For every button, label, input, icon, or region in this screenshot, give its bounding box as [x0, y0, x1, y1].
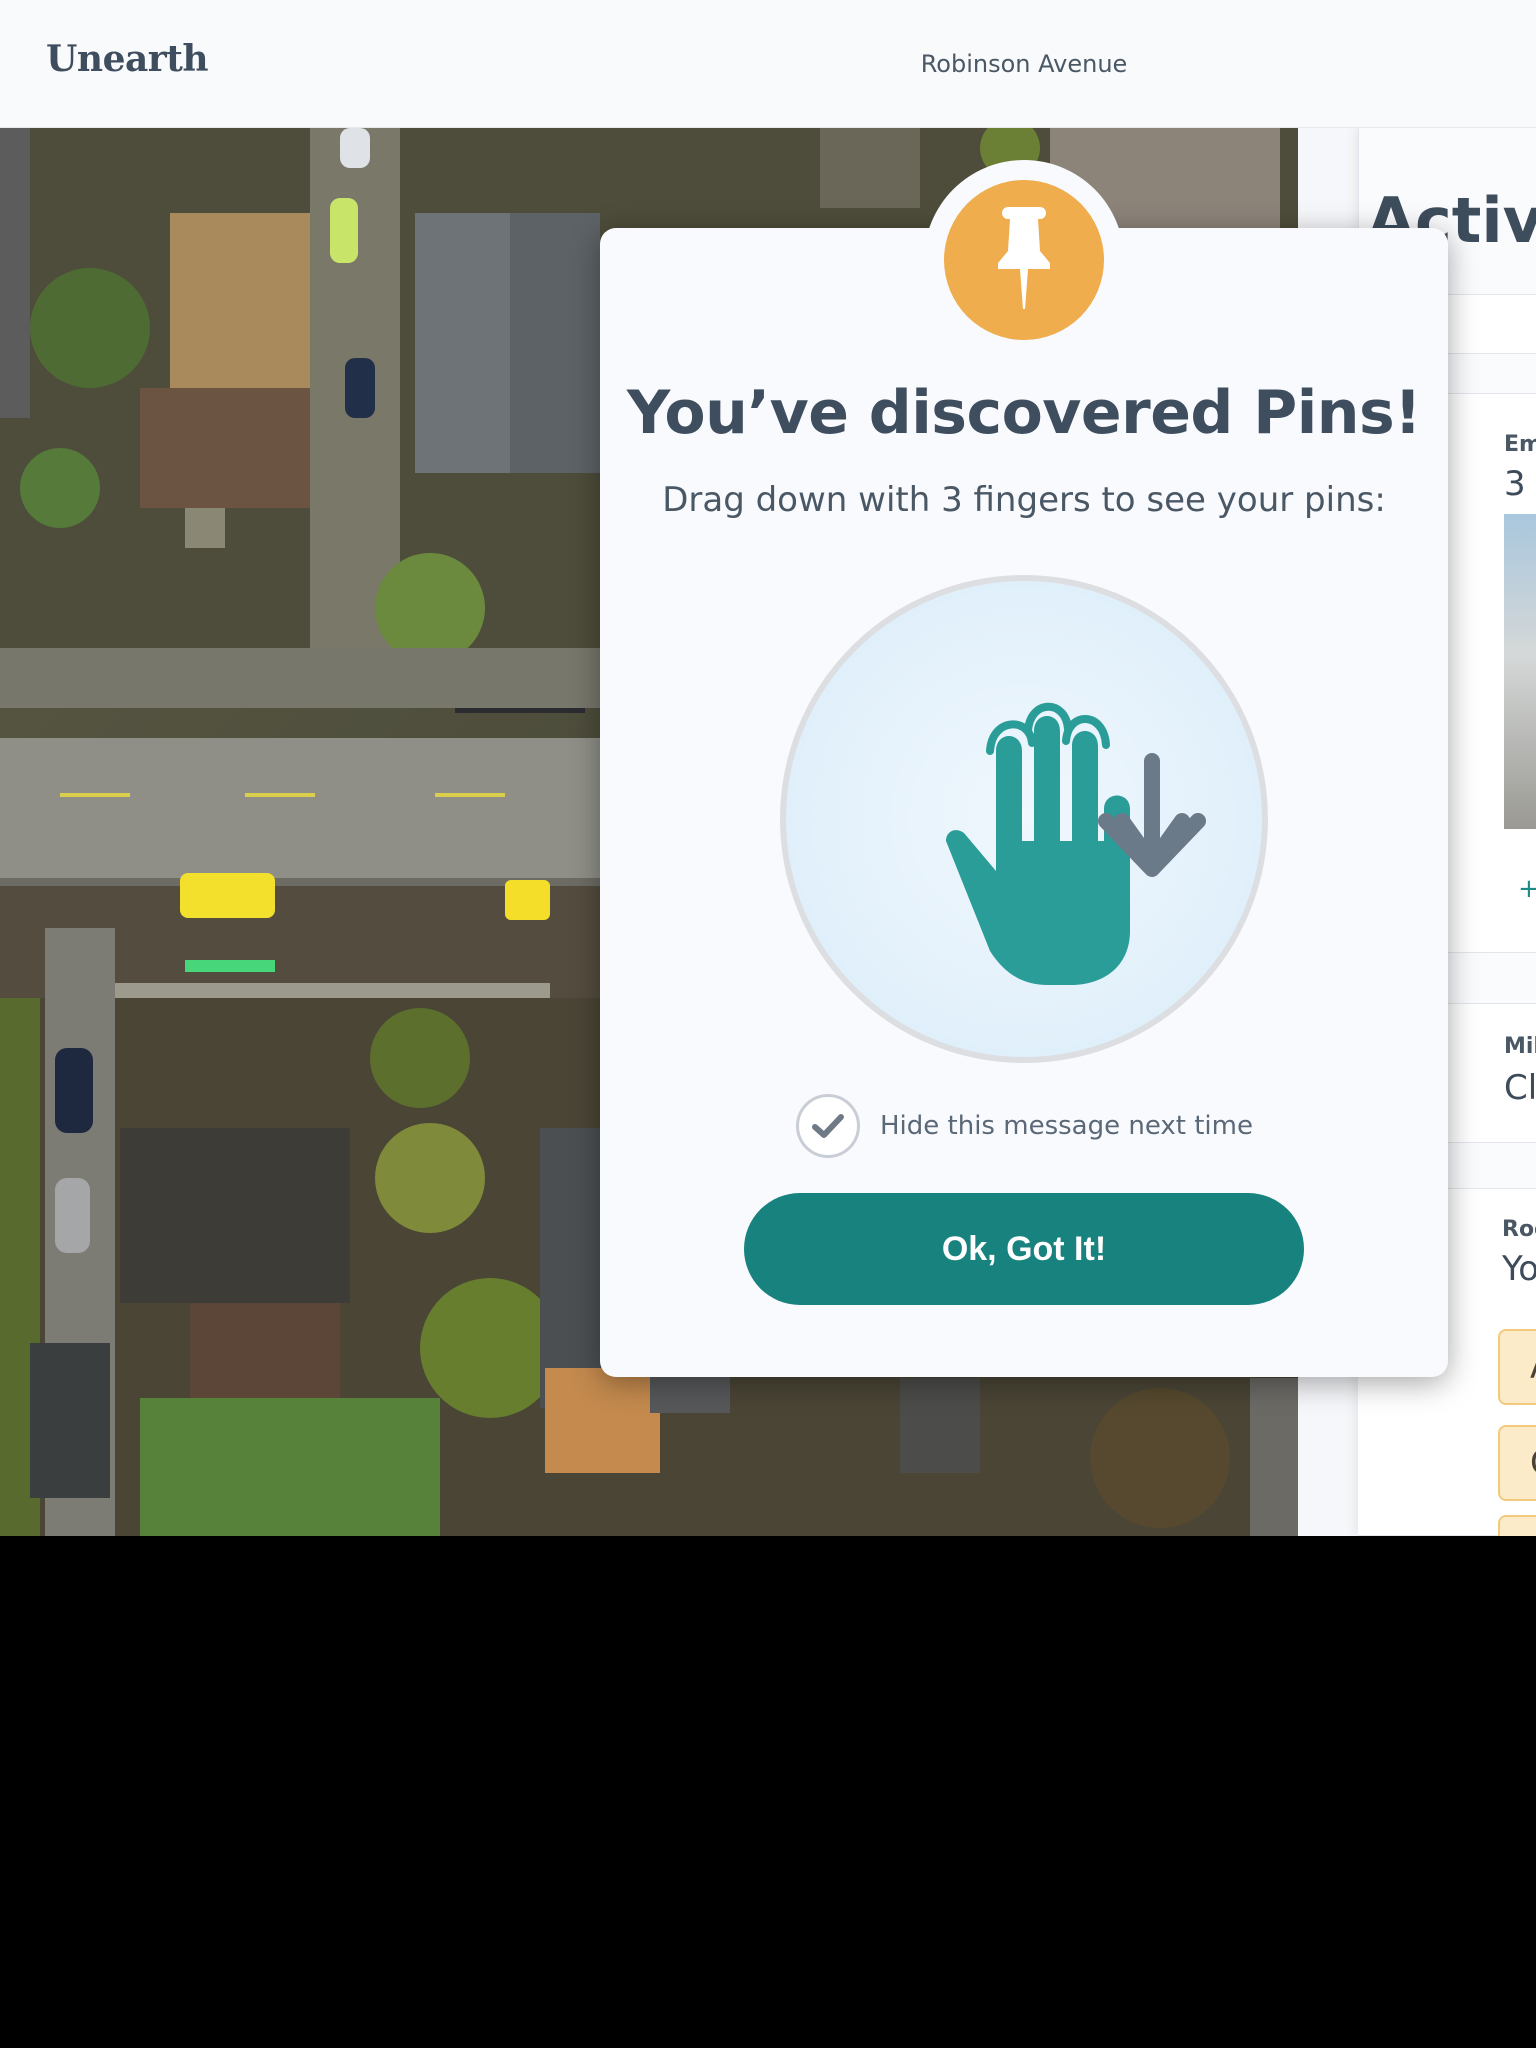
activity-card-value: 3 pho — [1504, 464, 1536, 504]
pins-modal: You’ve discovered Pins! Drag down with 3… — [600, 228, 1448, 1377]
app-screen: Unearth Robinson Avenue Activ Em 3 + Mi … — [0, 0, 1536, 1536]
project-title: Robinson Avenue — [920, 50, 1128, 78]
ok-got-it-button[interactable]: Ok, Got It! — [744, 1193, 1304, 1305]
hide-message-label: Hide this message next time — [880, 1111, 1253, 1141]
activity-card-value: Clean — [1504, 1068, 1536, 1108]
top-bar: Unearth Robinson Avenue — [0, 0, 1536, 128]
hide-message-checkbox-row[interactable]: Hide this message next time — [796, 1094, 1253, 1158]
modal-title: You’ve discovered Pins! — [626, 378, 1422, 448]
three-finger-hand-icon — [946, 702, 1206, 985]
gesture-illustration — [780, 575, 1268, 1063]
activity-card-photo[interactable] — [1504, 514, 1536, 829]
checkmark-icon — [812, 1114, 844, 1138]
activity-card-more-link[interactable]: +3 unr — [1518, 874, 1536, 904]
activity-card-label: Empty b — [1504, 432, 1536, 457]
activity-card-value: You ac — [1502, 1249, 1536, 1289]
modal-subtitle: Drag down with 3 fingers to see your pin… — [662, 480, 1386, 520]
activity-card-label: Mile ma — [1504, 1034, 1536, 1059]
activity-card-label: Rockfill — [1502, 1217, 1536, 1242]
tag-fill[interactable]: Fill — [1498, 1515, 1536, 1536]
tag-area[interactable]: Area — [1498, 1329, 1536, 1405]
pushpin-icon — [944, 180, 1104, 340]
hide-message-checkbox[interactable] — [796, 1094, 860, 1158]
tag-cut[interactable]: Cut — [1498, 1425, 1536, 1501]
